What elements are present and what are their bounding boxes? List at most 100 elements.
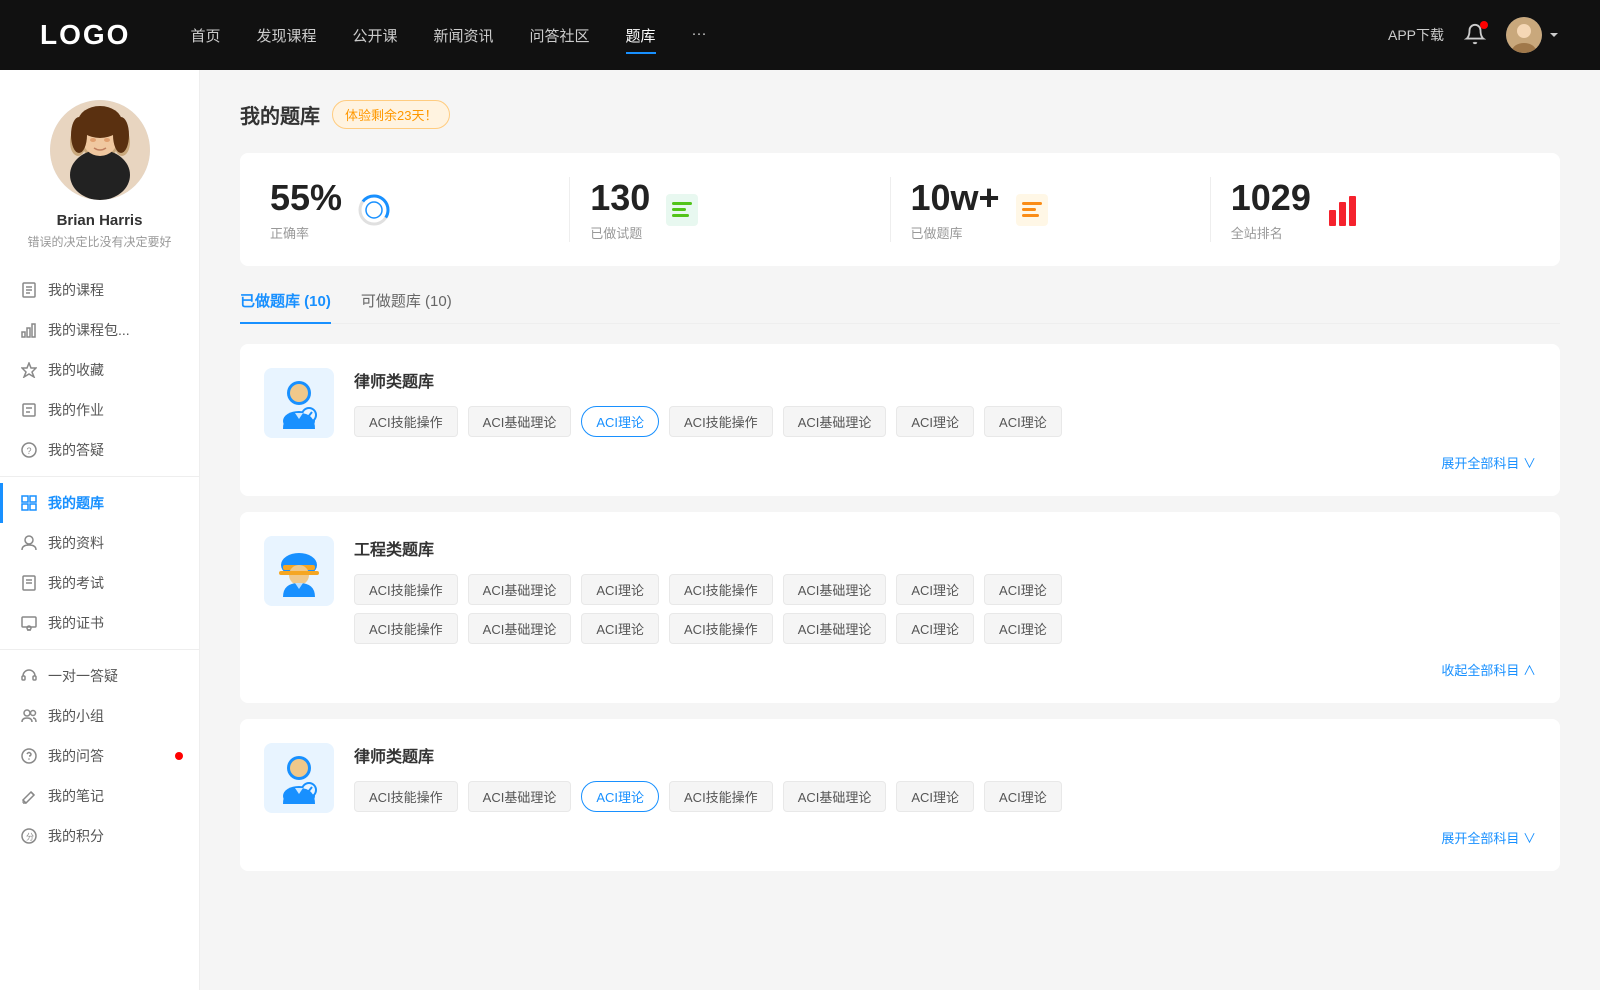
tag[interactable]: ACI基础理论 bbox=[468, 406, 572, 437]
expand-link-3[interactable]: 展开全部科目 ∨ bbox=[354, 820, 1536, 847]
tag[interactable]: ACI技能操作 bbox=[354, 781, 458, 812]
file-icon bbox=[20, 281, 38, 299]
sidebar-divider bbox=[0, 476, 199, 477]
app-download-button[interactable]: APP下载 bbox=[1388, 25, 1444, 45]
sidebar-item-my-answers[interactable]: 我的问答 bbox=[0, 736, 199, 776]
expand-link-1[interactable]: 展开全部科目 ∨ bbox=[354, 445, 1536, 472]
sidebar-item-one-on-one[interactable]: 一对一答疑 bbox=[0, 656, 199, 696]
sidebar-item-my-homework[interactable]: 我的作业 bbox=[0, 390, 199, 430]
note-icon bbox=[20, 401, 38, 419]
tag-active[interactable]: ACI理论 bbox=[581, 406, 659, 437]
question-icon: ? bbox=[20, 441, 38, 459]
nav-news[interactable]: 新闻资讯 bbox=[434, 21, 494, 50]
tag[interactable]: ACI理论 bbox=[896, 613, 974, 644]
nav-more[interactable]: ··· bbox=[692, 21, 707, 50]
library-1-content: 律师类题库 ACI技能操作 ACI基础理论 ACI理论 ACI技能操作 ACI基… bbox=[354, 368, 1536, 472]
tag[interactable]: ACI理论 bbox=[581, 574, 659, 605]
notification-bell[interactable] bbox=[1464, 23, 1486, 48]
profile-bio: 错误的决定比没有决定要好 bbox=[17, 233, 181, 250]
tab-done-library[interactable]: 已做题库 (10) bbox=[240, 290, 331, 323]
tag[interactable]: ACI理论 bbox=[896, 406, 974, 437]
tag[interactable]: ACI理论 bbox=[984, 781, 1062, 812]
engineer-icon bbox=[273, 545, 325, 597]
tag[interactable]: ACI技能操作 bbox=[354, 613, 458, 644]
sidebar-item-my-packages[interactable]: 我的课程包... bbox=[0, 310, 199, 350]
list-icon bbox=[662, 190, 702, 230]
sidebar-item-my-certs[interactable]: 我的证书 bbox=[0, 603, 199, 643]
library-1-title: 律师类题库 bbox=[354, 368, 1536, 392]
sidebar-label: 我的答疑 bbox=[48, 440, 104, 460]
qa-badge bbox=[175, 752, 183, 760]
sidebar-item-my-exams[interactable]: 我的考试 bbox=[0, 563, 199, 603]
tag[interactable]: ACI基础理论 bbox=[783, 574, 887, 605]
tag[interactable]: ACI基础理论 bbox=[468, 781, 572, 812]
sidebar-item-my-points[interactable]: 分 我的积分 bbox=[0, 816, 199, 856]
sidebar-item-my-questions[interactable]: ? 我的答疑 bbox=[0, 430, 199, 470]
tag[interactable]: ACI理论 bbox=[984, 613, 1062, 644]
cert-icon bbox=[20, 614, 38, 632]
points-icon: 分 bbox=[20, 827, 38, 845]
library-2-tags-row1: ACI技能操作 ACI基础理论 ACI理论 ACI技能操作 ACI基础理论 AC… bbox=[354, 574, 1536, 605]
tag[interactable]: ACI理论 bbox=[896, 574, 974, 605]
sidebar-divider-2 bbox=[0, 649, 199, 650]
tag[interactable]: ACI技能操作 bbox=[669, 781, 773, 812]
stat-done-banks: 10w+ 已做题库 bbox=[891, 177, 1211, 242]
nav-open[interactable]: 公开课 bbox=[352, 21, 397, 50]
tag[interactable]: ACI技能操作 bbox=[354, 406, 458, 437]
tag[interactable]: ACI基础理论 bbox=[468, 574, 572, 605]
logo[interactable]: LOGO bbox=[40, 19, 130, 51]
header-right: APP下载 bbox=[1388, 17, 1560, 53]
tag[interactable]: ACI基础理论 bbox=[468, 613, 572, 644]
tag[interactable]: ACI技能操作 bbox=[669, 574, 773, 605]
stat-accuracy-value: 55% bbox=[270, 177, 342, 219]
tag-active[interactable]: ACI理论 bbox=[581, 781, 659, 812]
tag[interactable]: ACI理论 bbox=[984, 574, 1062, 605]
bar-chart-icon bbox=[1323, 190, 1363, 230]
stat-rank: 1029 全站排名 bbox=[1211, 177, 1530, 242]
lawyer-icon bbox=[273, 377, 325, 429]
tag[interactable]: ACI技能操作 bbox=[669, 613, 773, 644]
sidebar-label: 我的考试 bbox=[48, 573, 104, 593]
sidebar-item-my-notes[interactable]: 我的笔记 bbox=[0, 776, 199, 816]
lawyer-icon-wrap bbox=[264, 368, 334, 438]
tab-available-library[interactable]: 可做题库 (10) bbox=[361, 290, 452, 323]
sidebar: Brian Harris 错误的决定比没有决定要好 我的课程 bbox=[0, 70, 200, 990]
sidebar-label: 我的收藏 bbox=[48, 360, 104, 380]
user-avatar-wrapper[interactable] bbox=[1506, 17, 1560, 53]
page-title: 我的题库 bbox=[240, 100, 320, 129]
star-icon bbox=[20, 361, 38, 379]
tag[interactable]: ACI理论 bbox=[896, 781, 974, 812]
tag[interactable]: ACI技能操作 bbox=[354, 574, 458, 605]
stat-done-questions-value: 130 bbox=[590, 177, 650, 219]
tag[interactable]: ACI基础理论 bbox=[783, 406, 887, 437]
stat-rank-value: 1029 bbox=[1231, 177, 1311, 219]
tag[interactable]: ACI理论 bbox=[984, 406, 1062, 437]
svg-text:?: ? bbox=[27, 446, 32, 456]
tag[interactable]: ACI技能操作 bbox=[669, 406, 773, 437]
trial-badge: 体验剩余23天！ bbox=[332, 100, 450, 129]
sidebar-item-my-groups[interactable]: 我的小组 bbox=[0, 696, 199, 736]
nav-library[interactable]: 题库 bbox=[626, 21, 656, 50]
tag[interactable]: ACI基础理论 bbox=[783, 613, 887, 644]
sidebar-item-my-favorites[interactable]: 我的收藏 bbox=[0, 350, 199, 390]
nav-home[interactable]: 首页 bbox=[190, 21, 220, 50]
stat-done-questions: 130 已做试题 bbox=[570, 177, 890, 242]
user-icon bbox=[20, 534, 38, 552]
grid-icon bbox=[20, 494, 38, 512]
nav-qa[interactable]: 问答社区 bbox=[530, 21, 590, 50]
page-title-row: 我的题库 体验剩余23天！ bbox=[240, 100, 1560, 129]
nav-discover[interactable]: 发现课程 bbox=[256, 21, 316, 50]
stat-done-banks-value: 10w+ bbox=[911, 177, 1000, 219]
sidebar-item-my-courses[interactable]: 我的课程 bbox=[0, 270, 199, 310]
sidebar-item-my-library[interactable]: 我的题库 bbox=[0, 483, 199, 523]
tag[interactable]: ACI基础理论 bbox=[783, 781, 887, 812]
pie-chart-icon bbox=[354, 190, 394, 230]
lawyer-icon-3 bbox=[273, 752, 325, 804]
sidebar-item-my-profile[interactable]: 我的资料 bbox=[0, 523, 199, 563]
collapse-link-2[interactable]: 收起全部科目 ∧ bbox=[354, 652, 1536, 679]
tag[interactable]: ACI理论 bbox=[581, 613, 659, 644]
header: LOGO 首页 发现课程 公开课 新闻资讯 问答社区 题库 ··· APP下载 bbox=[0, 0, 1600, 70]
sidebar-label: 我的课程 bbox=[48, 280, 104, 300]
sidebar-label: 我的笔记 bbox=[48, 786, 104, 806]
library-1-tags: ACI技能操作 ACI基础理论 ACI理论 ACI技能操作 ACI基础理论 AC… bbox=[354, 406, 1536, 437]
